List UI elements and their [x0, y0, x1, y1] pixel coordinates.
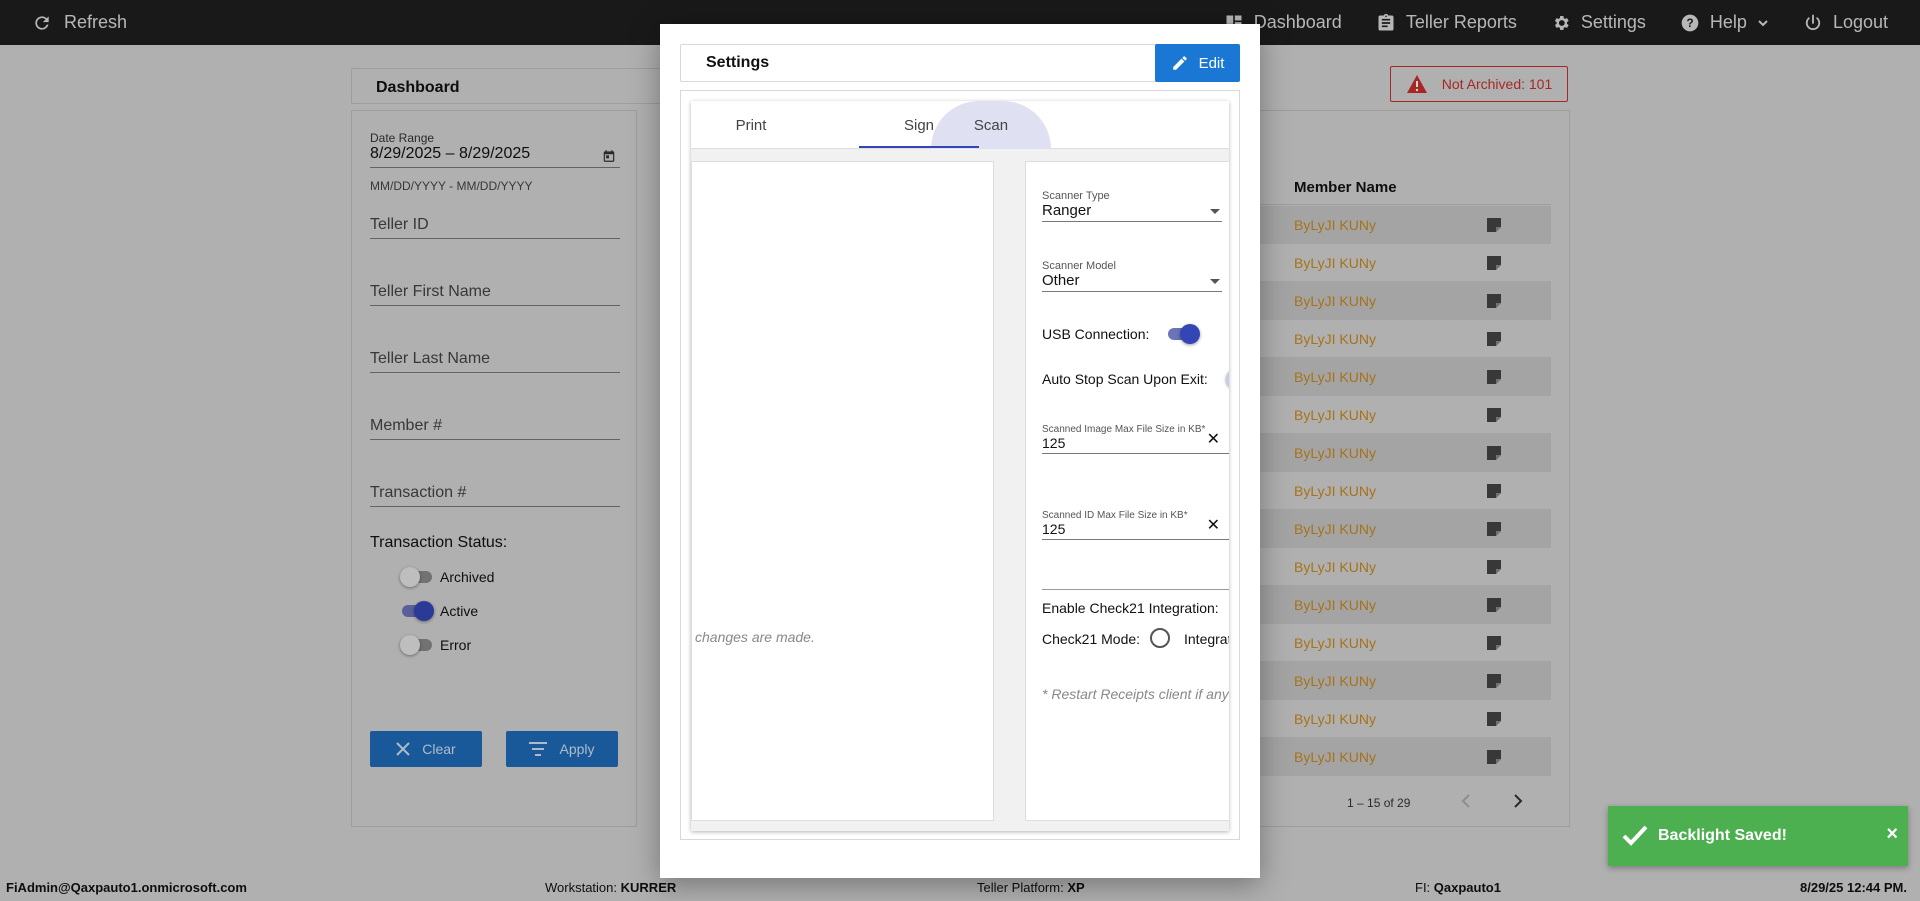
id-max-size-label: Scanned ID Max File Size in KB* — [1042, 510, 1188, 521]
restart-note: * Restart Receipts client if any — [1042, 686, 1229, 702]
check-icon — [1622, 824, 1648, 851]
toast-close-button[interactable]: × — [1886, 823, 1898, 846]
settings-dialog: Settings Edit Print Sign Scan changes ar… — [660, 24, 1260, 878]
check21-integration-label: Enable Check21 Integration: — [1042, 600, 1219, 616]
image-max-size-input[interactable]: Scanned Image Max File Size in KB* 125 ✕ — [1042, 424, 1229, 454]
clear-icon[interactable]: ✕ — [1207, 429, 1220, 449]
image-max-size-label: Scanned Image Max File Size in KB* — [1042, 424, 1206, 435]
scanner-type-label: Scanner Type — [1042, 190, 1110, 202]
auto-stop-scan-label: Auto Stop Scan Upon Exit: — [1042, 371, 1208, 387]
restart-note-partial: changes are made. — [695, 629, 815, 645]
settings-tabs: Print Sign Scan — [691, 101, 1229, 149]
toast-message: Backlight Saved! — [1658, 827, 1787, 844]
usb-connection-label: USB Connection: — [1042, 326, 1150, 342]
tab-indicator — [859, 146, 979, 148]
check21-mode-option: Integrat — [1184, 631, 1229, 647]
image-max-size-value: 125 — [1042, 435, 1066, 451]
scanner-model-label: Scanner Model — [1042, 260, 1116, 272]
check21-mode-label: Check21 Mode: — [1042, 631, 1141, 647]
dropdown-arrow-icon — [1210, 209, 1220, 214]
sign-settings-pane: changes are made. — [691, 161, 994, 821]
edit-label: Edit — [1198, 54, 1225, 72]
tab-print[interactable]: Print — [691, 101, 811, 149]
id-max-size-value: 125 — [1042, 521, 1066, 537]
check21-mode-radio[interactable] — [1150, 628, 1170, 648]
id-max-size-input[interactable]: Scanned ID Max File Size in KB* 125 ✕ — [1042, 510, 1229, 540]
toast-notification: Backlight Saved! × — [1608, 806, 1908, 866]
divider — [1042, 589, 1229, 590]
scanner-model-value: Other — [1042, 272, 1080, 289]
edit-button[interactable]: Edit — [1155, 44, 1240, 82]
clear-icon[interactable]: ✕ — [1207, 515, 1220, 535]
auto-stop-scan-toggle[interactable] — [1226, 369, 1229, 389]
settings-card: Print Sign Scan changes are made. Scanne… — [691, 101, 1229, 831]
scan-settings-pane: Scanner Type Ranger Scanner Model Other … — [1025, 161, 1229, 821]
dialog-title: Settings — [706, 54, 770, 71]
scanner-model-select[interactable]: Scanner Model Other — [1042, 260, 1222, 292]
dialog-body: Print Sign Scan changes are made. Scanne… — [680, 90, 1240, 840]
scanner-type-select[interactable]: Scanner Type Ranger — [1042, 190, 1222, 222]
usb-connection-toggle[interactable] — [1166, 324, 1200, 344]
pencil-icon — [1171, 54, 1189, 72]
scanner-type-value: Ranger — [1042, 202, 1092, 219]
dialog-header: Settings Edit — [680, 44, 1240, 82]
dropdown-arrow-icon — [1210, 279, 1220, 284]
